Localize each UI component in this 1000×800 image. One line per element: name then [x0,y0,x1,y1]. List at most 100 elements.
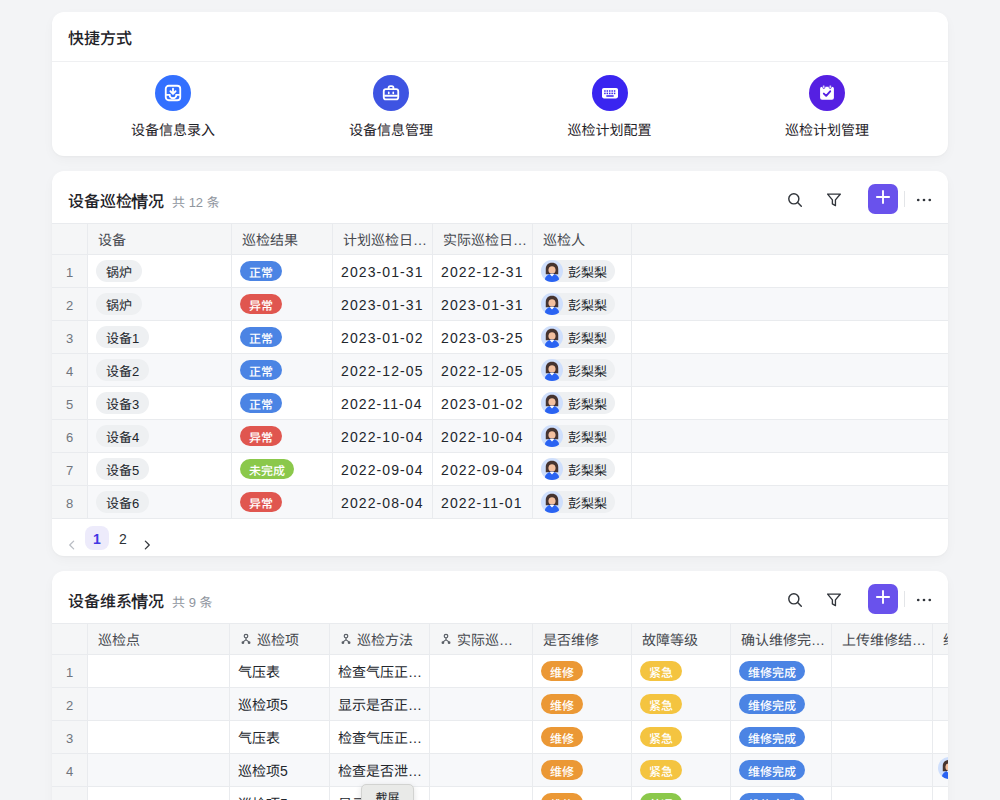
table-cell[interactable]: 锅炉 [88,255,232,287]
table-cell[interactable]: 2022-09-04 [333,453,433,485]
table-cell[interactable] [430,688,533,720]
row-index-cell[interactable]: 5 [52,787,88,800]
row-index-cell[interactable]: 1 [52,255,88,287]
table-cell[interactable]: 紧急 [632,688,731,720]
column-header[interactable]: 巡检人 [533,224,632,254]
table-cell[interactable]: 彭梨梨 [533,288,632,320]
table-cell[interactable] [88,688,230,720]
table-cell[interactable] [430,721,533,753]
table-cell[interactable]: 2023-01-02 [433,387,533,419]
column-header[interactable]: 巡检点 [88,624,230,654]
table-cell[interactable] [430,787,533,800]
row-index-cell[interactable] [52,224,88,254]
maintenance-table-row[interactable]: 4巡检项5检查是否泄…维修紧急维修完成 [52,754,948,787]
row-index-cell[interactable]: 2 [52,688,88,720]
filter-icon[interactable] [825,190,843,208]
table-cell[interactable]: 2023-01-02 [333,321,433,353]
table-cell[interactable]: 彭梨梨 [533,321,632,353]
table-cell[interactable]: 维修 [533,688,632,720]
table-cell[interactable]: 2022-08-04 [333,486,433,518]
more-icon[interactable] [915,590,933,608]
table-cell[interactable]: 2022-12-31 [433,255,533,287]
table-cell[interactable]: 正常 [232,354,333,386]
column-header[interactable]: 维修 [933,624,948,654]
column-header[interactable]: 巡检方法 [330,624,430,654]
row-index-cell[interactable]: 2 [52,288,88,320]
table-cell[interactable]: 异常 [232,288,333,320]
table-cell[interactable]: 紧急 [632,721,731,753]
table-cell[interactable] [933,754,948,786]
table-cell[interactable]: 2022-12-05 [333,354,433,386]
table-cell[interactable]: 维修完成 [731,688,832,720]
row-index-cell[interactable]: 6 [52,420,88,452]
add-record-button[interactable] [868,584,898,614]
table-cell[interactable]: 设备4 [88,420,232,452]
table-cell[interactable]: 彭梨梨 [533,453,632,485]
table-cell[interactable]: 2023-01-31 [433,288,533,320]
table-cell[interactable]: 维修完成 [731,754,832,786]
inspection-table-row[interactable]: 1锅炉正常2023-01-312022-12-31 彭梨梨 [52,255,948,288]
table-cell[interactable]: 2023-01-31 [333,255,433,287]
column-header[interactable]: 巡检结果 [232,224,333,254]
table-cell[interactable] [430,754,533,786]
table-cell[interactable]: 2022-09-04 [433,453,533,485]
maintenance-table-row[interactable]: 3气压表检查气压正…维修紧急维修完成 [52,721,948,754]
shortcut-item-1[interactable]: 设备信息录入 [93,75,253,139]
table-cell[interactable]: 巡检项5 [230,688,330,720]
row-index-cell[interactable]: 3 [52,321,88,353]
search-icon[interactable] [786,190,804,208]
table-cell[interactable]: 正常 [232,387,333,419]
table-cell[interactable]: 异常 [232,486,333,518]
table-cell[interactable] [832,787,933,800]
table-cell[interactable]: 2023-03-25 [433,321,533,353]
chevron-left-icon[interactable] [66,532,78,544]
table-cell[interactable]: 设备1 [88,321,232,353]
table-cell[interactable] [832,688,933,720]
column-header[interactable]: 上传维修结… [832,624,933,654]
table-cell[interactable]: 2022-10-04 [333,420,433,452]
table-cell[interactable] [88,754,230,786]
chevron-right-icon[interactable] [141,532,153,544]
table-cell[interactable]: 紧急 [632,655,731,687]
inspection-table-row[interactable]: 6设备4异常2022-10-042022-10-04 彭梨梨 [52,420,948,453]
row-index-cell[interactable]: 4 [52,354,88,386]
table-cell[interactable]: 气压表 [230,721,330,753]
table-cell[interactable]: 显示是否正… [330,688,430,720]
table-cell[interactable]: 未完成 [232,453,333,485]
table-cell[interactable]: 2022-11-01 [433,486,533,518]
shortcut-item-4[interactable]: 巡检计划管理 [747,75,907,139]
table-cell[interactable] [88,787,230,800]
table-cell[interactable]: 维修完成 [731,655,832,687]
table-cell[interactable] [832,754,933,786]
table-cell[interactable]: 巡检项5 [230,754,330,786]
table-cell[interactable]: 2023-01-31 [333,288,433,320]
column-header[interactable]: 设备 [88,224,232,254]
row-index-cell[interactable] [52,624,88,654]
table-cell[interactable]: 维修 [533,787,632,800]
column-header[interactable]: 巡检项 [230,624,330,654]
filter-icon[interactable] [825,590,843,608]
table-cell[interactable]: 维修 [533,754,632,786]
table-cell[interactable]: 2022-12-05 [433,354,533,386]
row-index-cell[interactable]: 8 [52,486,88,518]
row-index-cell[interactable]: 4 [52,754,88,786]
row-index-cell[interactable]: 3 [52,721,88,753]
column-header[interactable]: 计划巡检日… [333,224,433,254]
table-cell[interactable] [832,721,933,753]
column-header[interactable]: 是否维修 [533,624,632,654]
maintenance-table-row[interactable]: 2 巡检项5显示是否正… 维修紧急维修完成 [52,688,948,721]
table-cell[interactable] [933,787,948,800]
inspection-table-row[interactable]: 4设备2正常2022-12-052022-12-05 彭梨梨 [52,354,948,387]
table-cell[interactable]: 设备3 [88,387,232,419]
table-cell[interactable]: 设备6 [88,486,232,518]
table-cell[interactable]: 维修 [533,721,632,753]
table-cell[interactable] [933,688,948,720]
row-index-cell[interactable]: 5 [52,387,88,419]
add-record-button[interactable] [868,184,898,214]
table-cell[interactable]: 2022-11-04 [333,387,433,419]
table-cell[interactable]: 设备5 [88,453,232,485]
page-button-2[interactable]: 2 [111,526,135,550]
table-cell[interactable]: 设备2 [88,354,232,386]
table-cell[interactable]: 检查是否泄… [330,754,430,786]
table-cell[interactable]: 锅炉 [88,288,232,320]
